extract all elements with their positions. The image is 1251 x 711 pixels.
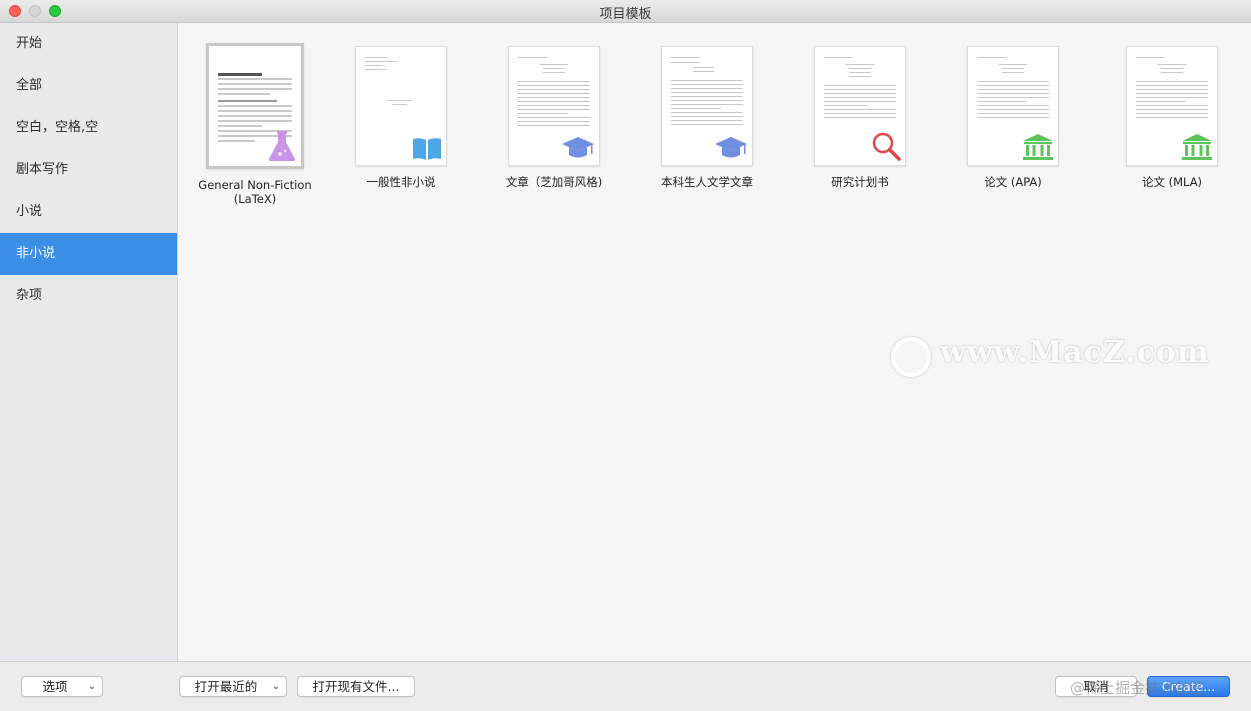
template-label: 论文 (MLA)	[1097, 175, 1247, 189]
watermark-logo-icon	[891, 337, 931, 377]
template-label-line1: 本科生人文学文章	[661, 175, 753, 189]
sidebar-item-all[interactable]: 全部	[0, 65, 177, 107]
project-templates-window: 项目模板 开始 全部 空白，空格,空 剧本写作 小说 非小说 杂项 Genera…	[0, 0, 1251, 711]
graduation-cap-icon	[562, 137, 594, 158]
template-thumbnail[interactable]	[814, 46, 906, 166]
template-label-line1: 文章（芝加哥风格)	[505, 175, 603, 189]
template-label: 研究计划书	[785, 175, 935, 189]
watermark-text: www.MacZ.com	[940, 335, 1210, 370]
template-tile-research-proposal[interactable]: 研究计划书	[785, 43, 935, 189]
options-label: 选项	[42, 679, 68, 694]
template-label-line2: (LaTeX)	[233, 192, 277, 206]
sidebar-item-non-fiction[interactable]: 非小说	[0, 233, 177, 275]
chevron-down-icon: ⌄	[271, 681, 280, 692]
sidebar-item-scriptwriting[interactable]: 剧本写作	[0, 149, 177, 191]
template-thumbnail[interactable]	[355, 46, 447, 166]
watermark-signature: @稀土掘金技术社区	[1070, 679, 1206, 697]
sidebar-item-start[interactable]: 开始	[0, 23, 177, 65]
template-tile-chicago-essay[interactable]: 文章（芝加哥风格)	[479, 43, 629, 189]
template-tile-thesis-mla[interactable]: 论文 (MLA)	[1097, 43, 1247, 189]
template-label: 一般性非小说	[326, 175, 476, 189]
template-label: General Non-Fiction (LaTeX)	[180, 178, 330, 206]
open-recent-popup-button[interactable]: 打开最近的 ⌄	[179, 676, 287, 697]
bottom-toolbar: 选项 ⌄ 打开最近的 ⌄ 打开现有文件... 取消 Create... @稀土掘…	[0, 661, 1251, 711]
template-thumbnail[interactable]	[661, 46, 753, 166]
template-label-line1: 论文 (MLA)	[1141, 175, 1203, 189]
open-existing-file-button[interactable]: 打开现有文件...	[297, 676, 415, 697]
category-sidebar: 开始 全部 空白，空格,空 剧本写作 小说 非小说 杂项	[0, 23, 178, 661]
institution-icon	[1023, 134, 1053, 160]
magnifier-icon	[872, 132, 901, 161]
template-label: 论文 (APA)	[938, 175, 1088, 189]
institution-icon	[1182, 134, 1212, 160]
graduation-cap-icon	[715, 137, 747, 158]
sidebar-item-fiction[interactable]: 小说	[0, 191, 177, 233]
template-thumbnail[interactable]	[967, 46, 1059, 166]
options-popup-button[interactable]: 选项 ⌄	[21, 676, 103, 697]
template-thumbnail[interactable]	[508, 46, 600, 166]
template-label: 文章（芝加哥风格)	[479, 175, 629, 189]
template-label-line1: 一般性非小说	[366, 175, 436, 189]
template-label-line1: 研究计划书	[831, 175, 889, 189]
template-thumbnail[interactable]	[1126, 46, 1218, 166]
chevron-down-icon: ⌄	[87, 681, 96, 692]
template-tile-thesis-apa[interactable]: 论文 (APA)	[938, 43, 1088, 189]
window-title: 项目模板	[599, 7, 652, 22]
template-label-line1: General Non-Fiction	[198, 178, 312, 192]
template-label: 本科生人文学文章	[632, 175, 782, 189]
title-bar: 项目模板	[0, 0, 1251, 23]
template-label-line1: 论文 (APA)	[984, 175, 1042, 189]
sidebar-item-miscellaneous[interactable]: 杂项	[0, 275, 177, 317]
open-recent-label: 打开最近的	[194, 679, 258, 694]
flask-icon	[268, 131, 296, 161]
template-tile-general-non-fiction-latex[interactable]: General Non-Fiction (LaTeX)	[180, 43, 330, 206]
template-thumbnail[interactable]	[206, 43, 304, 169]
book-icon	[413, 138, 441, 160]
sidebar-item-blank[interactable]: 空白，空格,空	[0, 107, 177, 149]
template-tile-general-nonfiction[interactable]: 一般性非小说	[326, 43, 476, 189]
template-tile-undergraduate-humanities[interactable]: 本科生人文学文章	[632, 43, 782, 189]
